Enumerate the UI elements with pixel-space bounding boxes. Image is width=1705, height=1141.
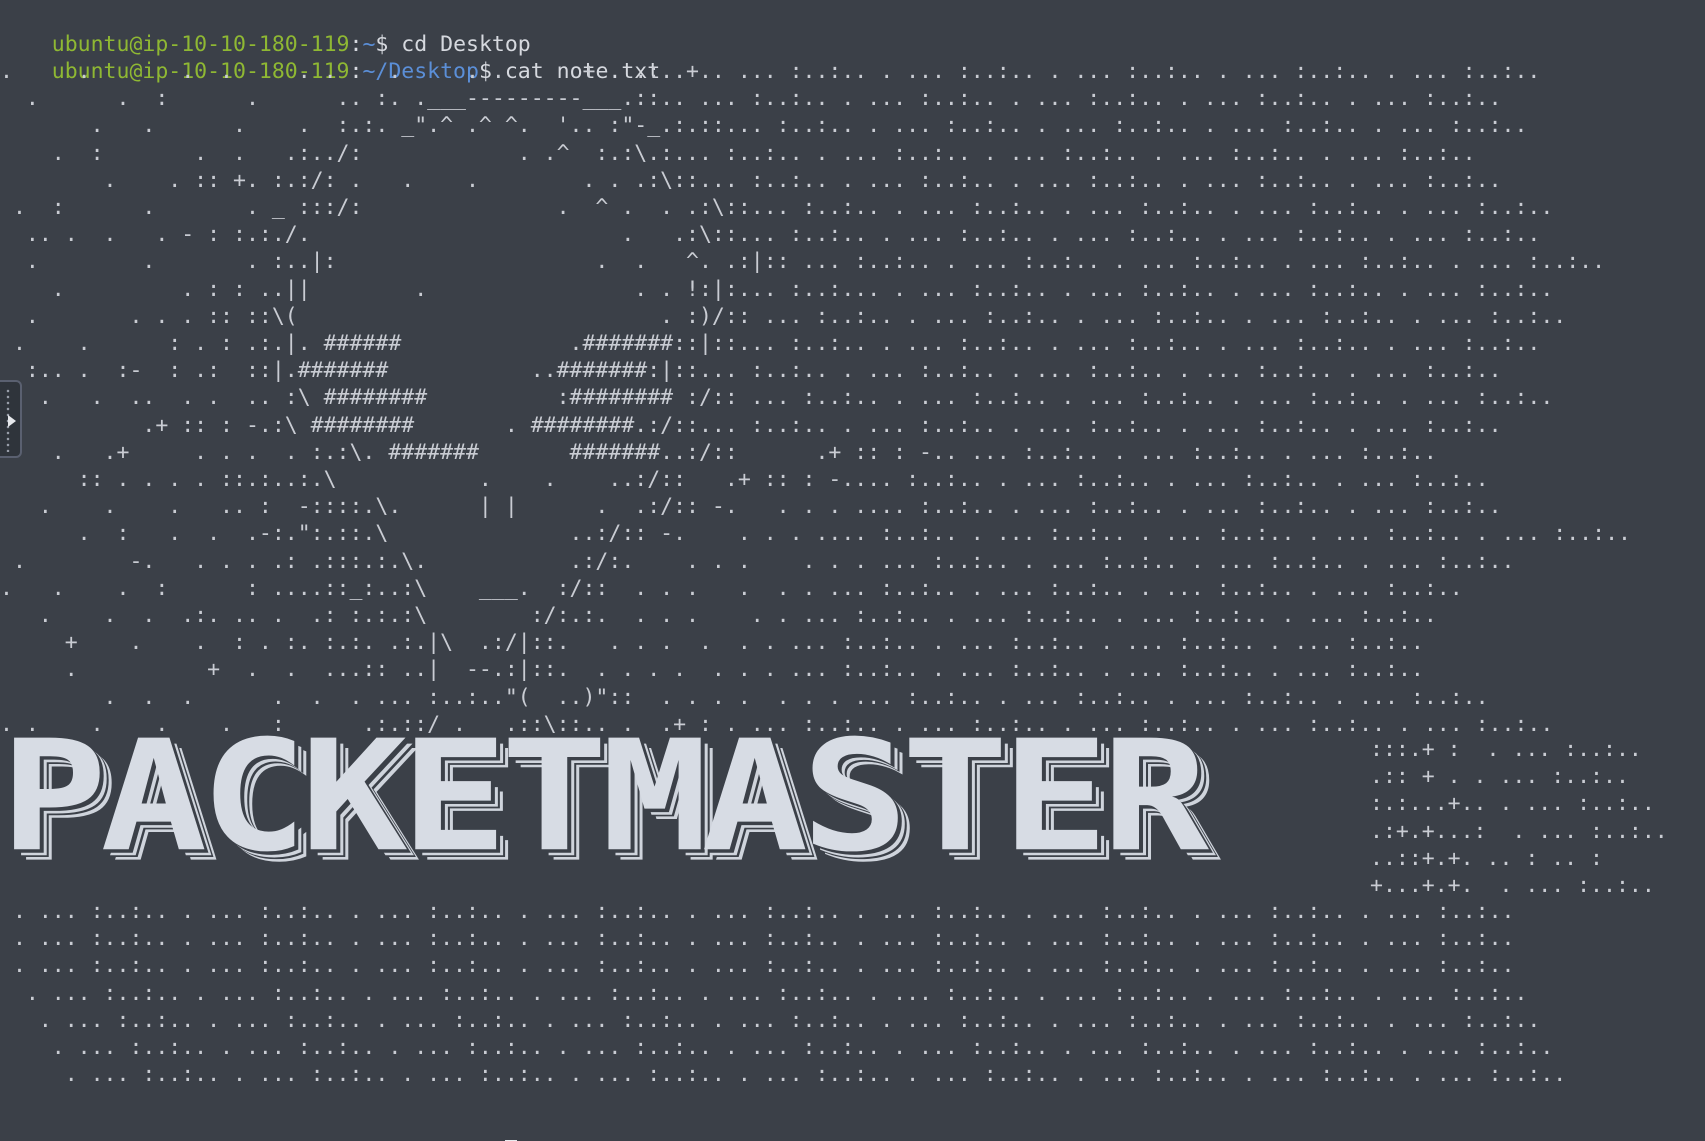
ascii-art-line: . : . . .-:.":.::.\ ..:/:: -. . . . ....… — [0, 521, 1631, 547]
collapsed-panel-handle-icon[interactable] — [0, 380, 22, 458]
ascii-art-line: +...+.+. . ... :..:.. — [1370, 873, 1655, 898]
ascii-art-line: . ... :..:.. . ... :..:.. . ... :..:.. .… — [0, 980, 1528, 1006]
ascii-art-line: . ... :..:.. . ... :..:.. . ... :..:.. .… — [0, 1062, 1567, 1088]
ascii-art-line: . . . :..|: . . ^. .:|:: ... :..:.. . ..… — [0, 249, 1606, 275]
ascii-art-line: :::.+ : . ... :..:.. — [1370, 737, 1642, 762]
ascii-art-line: . -. . . . .: .:::.:.\. .:/:. . . . . . … — [0, 548, 1515, 574]
ascii-art-line: . ... :..:.. . ... :..:.. . ... :..:.. .… — [0, 1035, 1554, 1060]
ascii-art-line: . .+ . . . . :.:\. ####### #######..:/::… — [0, 439, 1437, 465]
ascii-art-line: . . :: +. :.:/: . . . . . .:\::... :..:.… — [0, 167, 1502, 193]
ascii-art-line: . . .. . . .. :\ ######## :######## :/::… — [0, 385, 1554, 411]
terminal-window[interactable]: ubuntu@ip-10-10-180-119:~$ cd Desktop ub… — [0, 0, 1705, 1141]
ascii-art-line: + . . : . :. :.:. .:.|\ .:/|::. . . . . … — [0, 630, 1424, 656]
ascii-art-line: :: . . . . ::.:..:.\ . . ..:/:: .+ :: : … — [0, 467, 1489, 492]
ascii-art-line: . : . . _ :::/: . ^ . . .:\::... :..:.. … — [0, 195, 1554, 220]
ascii-art-line: .+ :: : -.:\ ######## . ########.:/::...… — [0, 412, 1502, 438]
ascii-art-line: :.:...+.. . ... :..:.. — [1370, 791, 1655, 817]
ascii-art-line: . ... :..:.. . ... :..:.. . ... :..:.. .… — [0, 953, 1515, 979]
ascii-art-line: . ... :..:.. . ... :..:.. . ... :..:.. .… — [0, 926, 1515, 952]
ascii-art-line: . : . . .:../: . .^ :.:\.:... :..:.. . .… — [0, 140, 1476, 166]
ascii-art-line: . . : . : .:.|. ###### .#######::|::... … — [0, 331, 1541, 356]
prompt-line-cat: ubuntu@ip-10-10-180-119:~/Desktop$ cat n… — [0, 31, 660, 84]
ascii-art-line: .. . . . - : :.:./. . .:\::... :..:.. . … — [0, 222, 1541, 248]
ascii-art-line: . ... :..:.. . ... :..:.. . ... :..:.. .… — [0, 899, 1515, 924]
ascii-art-line: . . : : ..|| . . . !:|:... :..:... . ...… — [0, 276, 1554, 302]
ascii-art-line: . . . .. : -::::.\. | | . .:/:: -. . . .… — [0, 494, 1502, 520]
expand-arrow-icon — [8, 415, 16, 427]
ascii-art-line: . . . . :: ::\( . :)/:: ... :..:.. . ...… — [0, 303, 1567, 329]
ascii-art-line: . + . . ...:: ..| --.:|::. . . . . . . .… — [0, 657, 1424, 683]
ascii-art-line: ..::+.+. .. : .. : — [1370, 845, 1603, 871]
ascii-art-line: :.. . :- : .: ::|.####### ..#######:|::.… — [0, 358, 1502, 384]
prompt-line-cd: ubuntu@ip-10-10-180-119:~$ cd Desktop — [0, 4, 531, 57]
ascii-art-line: .:+.+...: . ... :..:.. — [1370, 818, 1668, 844]
ascii-art-line: . . . . . . . . . + .:..+.. ... :..:.. .… — [0, 59, 1541, 84]
ascii-art-line: .:: + . . ... :..:.. — [1370, 764, 1629, 790]
prompt-line-current[interactable]: ubuntu@ip-10-10-180-119:~/Desktop$ — [0, 1111, 517, 1141]
ascii-art-line: . . . : : ....::_:..:\ ___. :/:: . . . .… — [0, 575, 1463, 601]
ascii-art-line: . . : . .. :. .___---------___.::.. ... … — [0, 86, 1502, 112]
packetmaster-banner: PACKETMASTER — [0, 707, 1370, 888]
banner-title: PACKETMASTER — [0, 707, 1209, 886]
ascii-art-line: . . . . :.:. _".^ .^ ^. '.. :"-_.:.::...… — [0, 113, 1528, 139]
ascii-art-line: . ... :..:.. . ... :..:.. . ... :..:.. .… — [0, 1007, 1541, 1033]
ascii-art-line: . . . .:. .. . .: :.:.:\ :/:.:. . . . . … — [0, 603, 1437, 628]
